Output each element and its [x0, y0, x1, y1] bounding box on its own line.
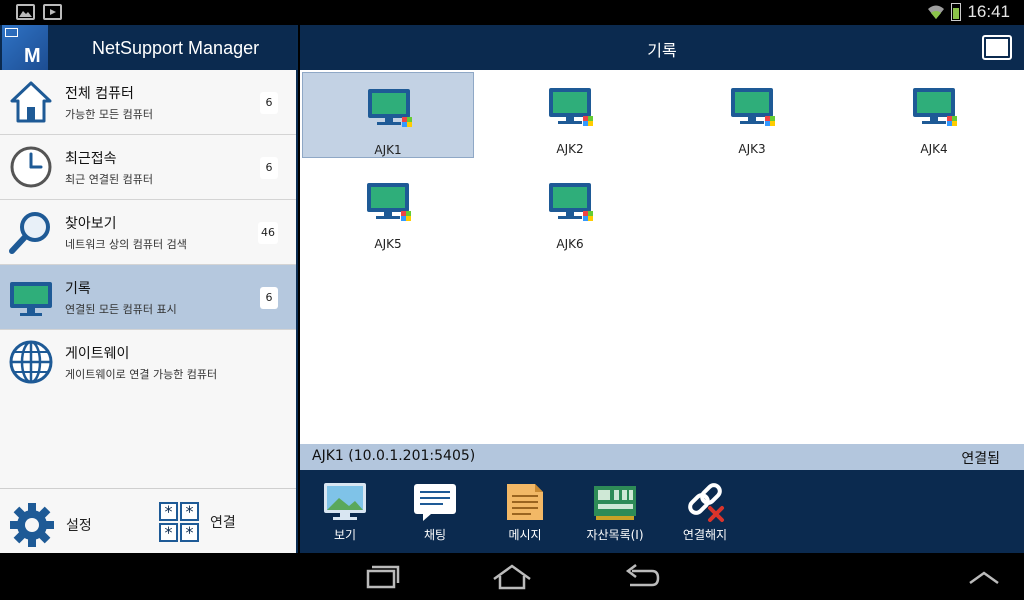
home-nav-icon[interactable]	[492, 563, 532, 591]
computer-tile[interactable]: AJK2	[484, 72, 656, 158]
sidebar-item-subtitle: 게이트웨이로 연결 가능한 컴퓨터	[65, 368, 218, 381]
computer-icon	[368, 89, 412, 127]
view-button[interactable]: 보기	[305, 482, 385, 543]
sidebar-item-title: 기록	[65, 281, 91, 297]
recent-apps-icon[interactable]	[362, 563, 402, 591]
app-logo: M	[2, 25, 48, 70]
selection-status-bar: AJK1 (10.0.1.201:5405) 연결됨	[300, 444, 1024, 470]
sidebar-item-title: 전체 컴퓨터	[65, 86, 134, 102]
sidebar-header: M NetSupport Manager	[0, 25, 296, 70]
sidebar-item-subtitle: 연결된 모든 컴퓨터 표시	[65, 303, 177, 316]
video-icon	[43, 4, 62, 20]
sidebar-item-gateway[interactable]: 게이트웨이 게이트웨이로 연결 가능한 컴퓨터	[0, 330, 296, 395]
sidebar-item-count: 6	[260, 157, 278, 179]
inventory-button[interactable]: 자산목록(I)	[575, 482, 655, 543]
computer-tile[interactable]: AJK5	[302, 167, 474, 253]
message-document-icon	[507, 484, 543, 520]
computer-name: AJK5	[374, 237, 402, 251]
view-mode-button[interactable]	[982, 35, 1012, 60]
wifi-icon	[928, 5, 945, 19]
sidebar-item-subtitle: 네트워크 상의 컴퓨터 검색	[65, 238, 187, 251]
chevron-up-icon[interactable]	[964, 563, 1004, 591]
chat-button[interactable]: 채팅	[395, 482, 475, 543]
sidebar-item-subtitle: 최근 연결된 컴퓨터	[65, 173, 153, 186]
sidebar-footer: 설정 * * * * 연결	[0, 488, 296, 553]
battery-icon	[951, 3, 962, 21]
sidebar: M NetSupport Manager 전체 컴퓨터 가능한 모든 컴퓨터 6…	[0, 25, 298, 553]
disconnect-button[interactable]: 연결해지	[665, 482, 745, 543]
back-icon[interactable]	[622, 563, 662, 591]
computer-name: AJK2	[556, 142, 584, 156]
monitor-icon	[10, 282, 52, 316]
chat-icon	[414, 484, 456, 521]
status-clock: 16:41	[967, 2, 1010, 21]
sidebar-item-subtitle: 가능한 모든 컴퓨터	[65, 108, 153, 121]
sidebar-item-title: 최근접속	[65, 151, 117, 167]
inventory-board-icon	[594, 486, 636, 520]
sidebar-item-count: 46	[258, 222, 278, 244]
settings-label: 설정	[66, 518, 92, 534]
svg-text:*: *	[165, 502, 173, 521]
computer-icon	[731, 88, 775, 126]
sidebar-item-count: 6	[260, 287, 278, 309]
svg-text:*: *	[186, 502, 194, 521]
logo-monitor-icon	[5, 28, 18, 37]
action-toolbar: 보기 채팅 메시지 자산목록(I) 연결해지	[300, 470, 1024, 553]
sidebar-item-title: 게이트웨이	[65, 346, 130, 362]
globe-icon	[9, 340, 53, 384]
selected-computer-address: AJK1 (10.0.1.201:5405)	[312, 448, 476, 464]
svg-text:*: *	[186, 523, 194, 542]
chat-label: 채팅	[423, 528, 447, 542]
computer-name: AJK4	[920, 142, 948, 156]
sidebar-item-history[interactable]: 기록 연결된 모든 컴퓨터 표시 6	[0, 265, 296, 330]
inventory-label: 자산목록(I)	[586, 528, 644, 542]
app-root: 16:41 M NetSupport Manager 전체 컴퓨터 가능한 모든…	[0, 0, 1024, 600]
disconnect-label: 연결해지	[682, 528, 728, 542]
sidebar-item-count: 6	[260, 92, 278, 114]
logo-letter: M	[24, 45, 41, 67]
computer-icon	[549, 183, 593, 221]
view-screen-icon	[324, 483, 366, 520]
computer-tile[interactable]: AJK4	[848, 72, 1020, 158]
computer-tile[interactable]: AJK1	[302, 72, 474, 158]
computer-icon	[913, 88, 957, 126]
settings-button[interactable]: 설정	[8, 501, 92, 549]
view-label: 보기	[333, 528, 357, 542]
app-title: NetSupport Manager	[92, 38, 260, 58]
computer-icon	[549, 88, 593, 126]
connect-button[interactable]: * * * * 연결	[158, 501, 236, 543]
svg-text:*: *	[165, 523, 173, 542]
home-icon	[10, 81, 52, 123]
gallery-icon	[16, 4, 35, 20]
search-icon	[9, 212, 50, 254]
disconnect-link-icon	[688, 483, 724, 522]
computer-tile[interactable]: AJK6	[484, 167, 656, 253]
message-button[interactable]: 메시지	[485, 482, 565, 543]
main-header: 기록	[300, 25, 1024, 70]
sidebar-item-all-computers[interactable]: 전체 컴퓨터 가능한 모든 컴퓨터 6	[0, 70, 296, 135]
page-title: 기록	[647, 41, 677, 60]
connect-grid-icon: * * * *	[159, 502, 199, 542]
clock-icon	[10, 146, 52, 188]
sidebar-item-title: 찾아보기	[65, 216, 117, 232]
system-nav-bar	[0, 553, 1024, 600]
computer-name: AJK6	[556, 237, 584, 251]
computer-name: AJK3	[738, 142, 766, 156]
status-bar: 16:41	[0, 0, 1024, 25]
connect-label: 연결	[210, 515, 236, 531]
message-label: 메시지	[508, 528, 542, 542]
gear-icon	[10, 503, 54, 547]
computer-grid: AJK1 AJK2 AJK3 AJK4 AJK5 AJK6	[300, 70, 1024, 444]
sidebar-item-recent[interactable]: 최근접속 최근 연결된 컴퓨터 6	[0, 135, 296, 200]
computer-icon	[367, 183, 411, 221]
computer-name: AJK1	[374, 143, 402, 157]
sidebar-item-browse[interactable]: 찾아보기 네트워크 상의 컴퓨터 검색 46	[0, 200, 296, 265]
computer-tile[interactable]: AJK3	[666, 72, 838, 158]
connection-status: 연결됨	[961, 451, 1000, 467]
